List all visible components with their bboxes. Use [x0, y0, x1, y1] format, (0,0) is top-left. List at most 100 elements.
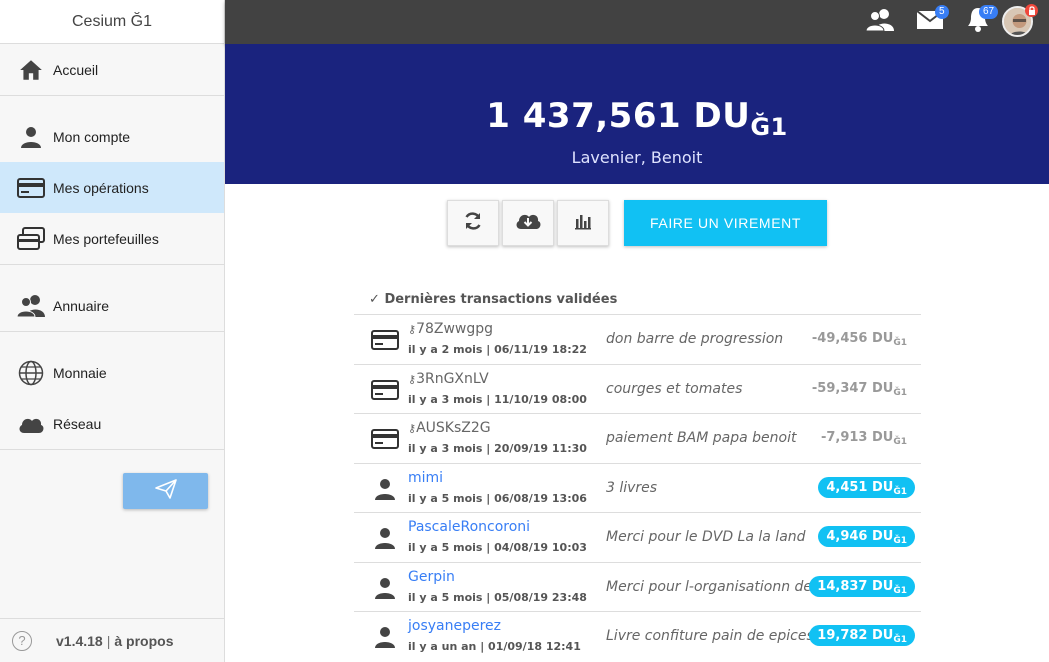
transaction-issuer[interactable]: PascaleRoncoroni — [408, 519, 530, 535]
cloud-icon — [16, 409, 46, 439]
sidebar-item-mon-compte[interactable]: Mon compte — [0, 111, 224, 162]
transaction-amount: -59,347 DUĞ1 — [812, 381, 907, 398]
stats-button[interactable] — [557, 200, 609, 246]
transaction-row[interactable]: josyaneperez il y a un an | 01/09/18 12:… — [354, 611, 921, 661]
transaction-row[interactable]: mimi il y a 5 mois | 06/08/19 13:06 3 li… — [354, 462, 921, 513]
home-icon — [16, 55, 46, 85]
transaction-date: il y a 2 mois | 06/11/19 18:22 — [408, 343, 587, 356]
issuer-name: 3RnGXnLV — [416, 370, 489, 387]
directory-button[interactable] — [865, 7, 895, 37]
sidebar-item-mes-operations[interactable]: Mes opérations — [0, 162, 224, 213]
app-version: v1.4.18 — [56, 632, 103, 649]
transaction-row[interactable]: PascaleRoncoroni il y a 5 mois | 04/08/1… — [354, 512, 921, 562]
transaction-amount: 4,946 DUĞ1 — [818, 526, 915, 547]
key-icon: ⚷ — [408, 323, 417, 336]
sidebar-item-reseau[interactable]: Réseau — [0, 398, 224, 449]
transaction-row[interactable]: ⚷3RnGXnLV il y a 3 mois | 11/10/19 08:00… — [354, 363, 921, 414]
transaction-date: il y a 3 mois | 20/09/19 11:30 — [408, 442, 587, 455]
transaction-amount: -49,456 DUĞ1 — [811, 331, 907, 348]
transaction-comment: paiement BAM papa benoit — [606, 430, 797, 446]
amount-unit: Ğ1 — [893, 536, 907, 546]
sidebar-item-accueil[interactable]: Accueil — [0, 44, 224, 95]
people-icon — [865, 8, 895, 37]
notifications-badge: 67 — [979, 5, 999, 19]
checkmark-icon: ✓ — [369, 292, 380, 307]
sidebar-item-label: Mes opérations — [53, 179, 149, 196]
messages-badge: 5 — [935, 5, 949, 19]
transaction-date: il y a 5 mois | 06/08/19 13:06 — [408, 491, 587, 505]
transaction-comment: Merci pour l-organisationn de cette — [606, 578, 822, 595]
amount-unit: Ğ1 — [893, 486, 907, 497]
help-icon[interactable]: ? — [12, 630, 32, 651]
transfer-button[interactable]: FAIRE UN VIREMENT — [624, 200, 827, 246]
amount-unit: Ğ1 — [893, 387, 907, 398]
transaction-issuer[interactable]: ⚷78Zwwgpg — [408, 321, 493, 337]
card-icon — [370, 376, 400, 404]
sidebar: Cesium Ğ1 Accueil Mon compte Mes opérati… — [0, 0, 225, 662]
menu-divider — [0, 95, 224, 111]
balance-unit: Ğ1 — [750, 113, 788, 141]
transaction-date: il y a 5 mois | 05/08/19 23:48 — [408, 590, 587, 604]
transaction-date: il y a un an | 01/09/18 12:41 — [408, 640, 581, 653]
amount-value: 19,782 DU — [817, 628, 894, 643]
footer-separator: | — [106, 632, 111, 649]
person-icon — [370, 524, 400, 552]
notifications-button[interactable]: 67 — [963, 5, 999, 37]
app-title: Cesium Ğ1 — [0, 0, 224, 44]
refresh-button[interactable] — [447, 200, 499, 246]
refresh-icon — [463, 211, 483, 236]
amount-value: -49,456 DU — [811, 331, 894, 346]
amount-unit: Ğ1 — [893, 585, 907, 596]
download-button[interactable] — [502, 200, 554, 246]
messages-button[interactable]: 5 — [915, 5, 949, 37]
account-owner: Lavenier, Benoit — [571, 148, 703, 167]
sidebar-item-label: Réseau — [53, 415, 102, 432]
top-bar: 5 67 — [225, 0, 1049, 44]
transaction-row[interactable]: ⚷AUSKsZ2G il y a 3 mois | 20/09/19 11:30… — [354, 413, 921, 463]
amount-value: 4,451 DU — [826, 479, 894, 495]
balance-amount: 1 437,561 DU — [486, 96, 751, 136]
transaction-amount: 4,451 DUĞ1 — [818, 476, 915, 498]
transaction-row[interactable]: ⚷78Zwwgpg il y a 2 mois | 06/11/19 18:22… — [354, 314, 921, 364]
amount-unit: Ğ1 — [893, 338, 907, 348]
transaction-row[interactable]: Gerpin il y a 5 mois | 05/08/19 23:48 Me… — [354, 561, 921, 612]
transaction-comment: courges et tomates — [606, 380, 743, 397]
transaction-amount: 14,837 DUĞ1 — [809, 575, 915, 597]
key-icon: ⚷ — [408, 372, 417, 386]
card-icon — [16, 173, 46, 203]
transaction-amount: -7,913 DUĞ1 — [820, 430, 907, 447]
card-icon — [370, 425, 400, 453]
cloud-download-icon — [515, 212, 541, 235]
sidebar-item-monnaie[interactable]: Monnaie — [0, 347, 224, 398]
people-icon — [16, 291, 46, 321]
transaction-issuer[interactable]: mimi — [408, 470, 443, 486]
card-icon — [370, 326, 400, 354]
amount-value: 14,837 DU — [817, 578, 894, 594]
amount-value: -7,913 DU — [820, 430, 894, 445]
transaction-issuer[interactable]: ⚷3RnGXnLV — [408, 371, 489, 387]
person-icon — [370, 623, 400, 651]
sidebar-item-label: Annuaire — [53, 297, 110, 314]
sidebar-item-label: Mes portefeuilles — [53, 230, 159, 247]
transaction-issuer[interactable]: Gerpin — [408, 569, 455, 585]
transaction-issuer[interactable]: ⚷AUSKsZ2G — [408, 420, 491, 436]
menu-divider — [0, 449, 224, 450]
sidebar-item-label: Accueil — [53, 61, 99, 78]
person-icon — [370, 574, 400, 602]
send-money-button[interactable] — [123, 473, 208, 509]
world-icon — [16, 358, 46, 388]
issuer-name: AUSKsZ2G — [416, 420, 491, 436]
transaction-date: il y a 5 mois | 04/08/19 10:03 — [408, 541, 587, 554]
transaction-issuer[interactable]: josyaneperez — [408, 618, 501, 634]
bar-chart-icon — [574, 212, 592, 235]
amount-unit: Ğ1 — [893, 635, 907, 645]
person-icon — [370, 475, 400, 503]
transactions-list: ⚷78Zwwgpg il y a 2 mois | 06/11/19 18:22… — [354, 314, 921, 661]
transaction-date: il y a 3 mois | 11/10/19 08:00 — [408, 392, 587, 406]
amount-unit: Ğ1 — [893, 437, 907, 447]
sidebar-item-mes-portefeuilles[interactable]: Mes portefeuilles — [0, 213, 224, 264]
about-link[interactable]: à propos — [114, 633, 173, 649]
key-icon: ⚷ — [408, 422, 417, 435]
sidebar-item-annuaire[interactable]: Annuaire — [0, 280, 224, 331]
transaction-comment: Merci pour le DVD La la land — [606, 529, 806, 545]
